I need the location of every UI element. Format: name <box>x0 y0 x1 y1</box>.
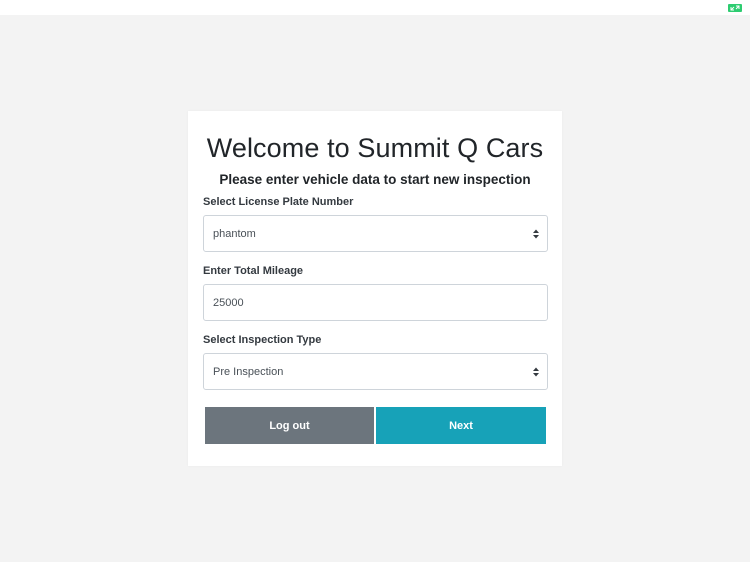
inspection-type-value: Pre Inspection <box>213 365 284 378</box>
page-subtitle: Please enter vehicle data to start new i… <box>219 172 531 187</box>
vehicle-inspection-card: Welcome to Summit Q Cars Please enter ve… <box>188 111 562 466</box>
select-arrows-icon <box>533 229 539 239</box>
select-arrows-icon <box>533 367 539 377</box>
license-plate-value: phantom <box>213 227 256 240</box>
mileage-input[interactable]: 25000 <box>203 284 548 321</box>
page-title: Welcome to Summit Q Cars <box>206 133 544 163</box>
top-strip <box>0 0 750 15</box>
mileage-value: 25000 <box>213 296 244 309</box>
license-plate-label: Select License Plate Number <box>203 196 354 208</box>
logout-button[interactable]: Log out <box>205 407 374 444</box>
mileage-label: Enter Total Mileage <box>203 265 304 277</box>
license-plate-select[interactable]: phantom <box>203 215 548 252</box>
inspection-type-select[interactable]: Pre Inspection <box>203 353 548 390</box>
next-button[interactable]: Next <box>376 407 546 444</box>
fullscreen-toggle-icon[interactable] <box>728 4 742 12</box>
inspection-type-label: Select Inspection Type <box>203 334 322 346</box>
